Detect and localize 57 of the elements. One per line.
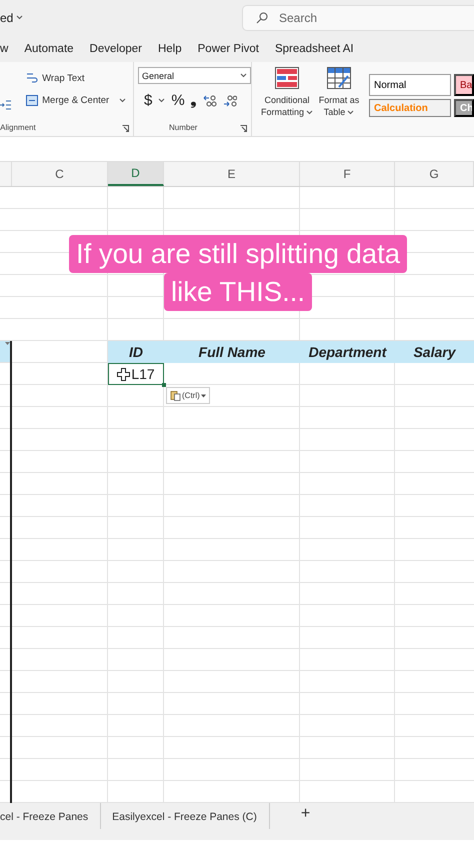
merge-cells-icon — [26, 94, 38, 106]
cell-value: L17 — [131, 366, 155, 382]
dialog-launcher-icon[interactable] — [240, 125, 247, 132]
table-icon — [275, 67, 299, 89]
currency-button[interactable]: $ — [144, 92, 152, 109]
group-label: Alignment — [0, 123, 36, 132]
increase-decimal-icon[interactable] — [202, 94, 217, 106]
column-header-cell: Salary — [395, 341, 474, 363]
menu-tab[interactable]: w — [0, 40, 8, 56]
format-as-table-button[interactable]: Format as Table — [314, 67, 364, 136]
column-heading[interactable]: G — [395, 162, 474, 186]
active-cell[interactable]: L17 — [108, 363, 164, 385]
comma-style-button[interactable]: ❟ — [190, 92, 197, 109]
wrap-text-button[interactable]: Wrap Text — [24, 67, 133, 89]
search-field[interactable]: Search — [242, 4, 474, 30]
percent-button[interactable]: % — [171, 92, 185, 109]
column-heading[interactable]: D — [108, 162, 164, 186]
column-heading[interactable]: E — [164, 162, 300, 186]
caret-icon — [16, 15, 24, 20]
menu-tab[interactable]: Developer — [90, 40, 142, 56]
caret-icon — [119, 98, 126, 102]
sheet-tab[interactable]: cel - Freeze Panes — [0, 803, 102, 829]
add-sheet-button[interactable]: + — [290, 803, 320, 825]
caret-icon — [347, 110, 354, 114]
menu-tab[interactable]: Spreadsheet AI — [274, 40, 354, 56]
move-cursor-icon — [117, 368, 130, 380]
merge-center-button[interactable]: Merge & Center — [24, 89, 112, 111]
filter-header-cell[interactable] — [0, 341, 10, 362]
column-header-cell: Department — [300, 341, 395, 363]
banner-caption: If you are still splitting data — [68, 235, 408, 273]
caret-icon — [306, 110, 314, 114]
document-title[interactable]: ed — [0, 10, 14, 24]
column-header-cell: Full Name — [164, 341, 300, 363]
paste-options-button[interactable]: (Ctrl) — [166, 387, 210, 404]
conditional-formatting-button[interactable]: Conditional Formatting — [262, 67, 312, 136]
decrease-decimal-icon[interactable] — [222, 94, 237, 106]
caret-icon — [240, 73, 247, 78]
search-icon — [256, 12, 268, 24]
sheet-tab[interactable]: Easilyexcel - Freeze Panes (C) — [112, 803, 270, 829]
wrap-text-icon — [26, 72, 38, 84]
filter-arrow-icon[interactable] — [5, 341, 10, 346]
menu-tab[interactable]: Automate — [24, 40, 74, 56]
caret-icon — [158, 98, 166, 103]
dialog-launcher-icon[interactable] — [122, 125, 129, 132]
cell-style-option[interactable]: Ba — [454, 74, 474, 96]
group-label: Number — [169, 123, 198, 132]
clipboard-icon — [170, 390, 181, 401]
number-format-dropdown[interactable]: General — [138, 67, 251, 84]
caret-icon — [200, 394, 206, 398]
column-header-cell: ID — [108, 341, 164, 363]
column-heading[interactable]: F — [300, 162, 395, 186]
cell-style-option[interactable]: Normal — [369, 74, 451, 96]
banner-caption: like THIS... — [164, 273, 312, 311]
table-brush-icon — [327, 67, 351, 89]
indent-icon[interactable] — [0, 100, 11, 110]
menu-tab[interactable]: Help — [158, 40, 182, 56]
menu-tab[interactable]: Power Pivot — [198, 40, 259, 56]
